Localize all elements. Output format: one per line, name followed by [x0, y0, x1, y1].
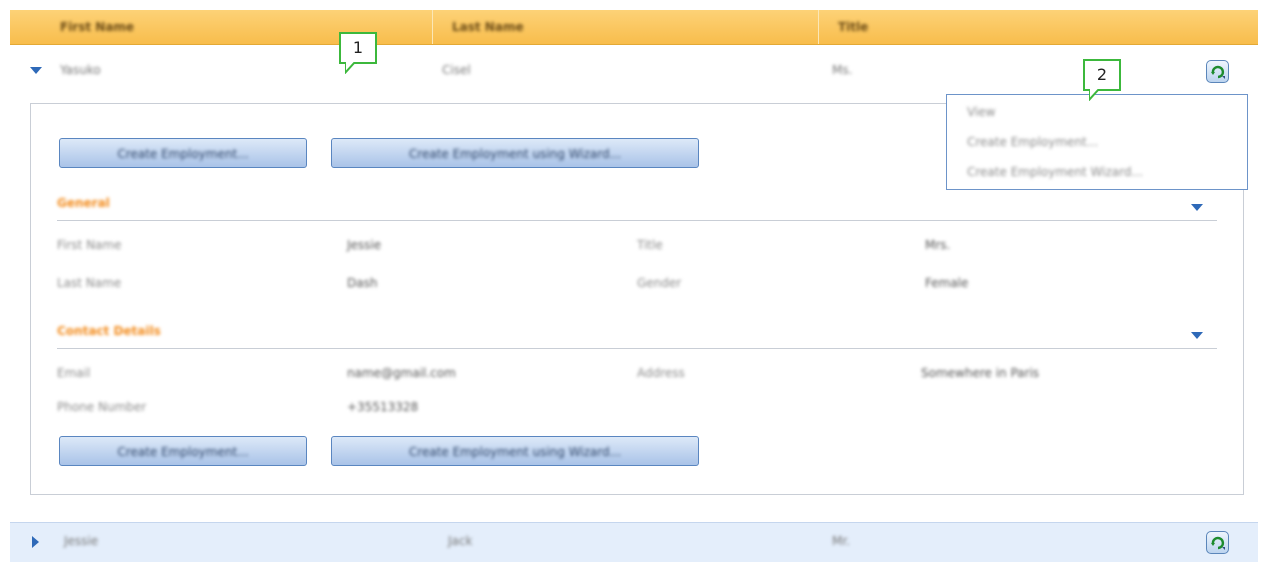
section-title-contact: Contact Details	[57, 324, 161, 338]
field-value: Mrs.	[925, 238, 951, 252]
create-employment-button[interactable]: Create Employment...	[59, 436, 307, 466]
field-label: Email	[57, 366, 91, 380]
cell-last-name: Cisel	[442, 63, 471, 77]
column-separator	[818, 10, 819, 44]
table-row[interactable]: Yasuko Cisel Ms.	[10, 45, 1258, 101]
cell-first-name: Yasuko	[60, 63, 101, 77]
cell-title: Ms.	[832, 63, 853, 77]
row-actions-menu: View Create Employment... Create Employm…	[946, 94, 1248, 190]
menu-item-create-employment-wizard[interactable]: Create Employment Wizard...	[967, 165, 1143, 179]
field-label: First Name	[57, 238, 122, 252]
row-actions-button[interactable]	[1206, 531, 1229, 554]
field-value: Female	[925, 276, 969, 290]
field-value: Jessie	[347, 238, 382, 252]
field-value: name@gmail.com	[347, 366, 456, 380]
field-value: +35513328	[347, 400, 419, 414]
field-label: Title	[637, 238, 663, 252]
section-divider	[57, 348, 1217, 349]
field-label: Address	[637, 366, 685, 380]
collapse-section-icon[interactable]	[1191, 204, 1203, 211]
field-label: Phone Number	[57, 400, 147, 414]
column-header-first-name[interactable]: First Name	[60, 10, 134, 44]
grid-header: First Name Last Name Title	[10, 10, 1258, 45]
menu-item-create-employment[interactable]: Create Employment...	[967, 135, 1098, 149]
cell-last-name: Jack	[448, 534, 473, 548]
collapse-section-icon[interactable]	[1191, 332, 1203, 339]
cell-first-name: Jessie	[64, 534, 99, 548]
refresh-icon	[1211, 65, 1225, 79]
column-header-last-name[interactable]: Last Name	[452, 10, 524, 44]
field-label: Last Name	[57, 276, 122, 290]
row-actions-button[interactable]	[1206, 60, 1229, 83]
create-employment-wizard-button[interactable]: Create Employment using Wizard...	[331, 138, 699, 168]
field-value: Somewhere in Paris	[921, 366, 1040, 380]
create-employment-wizard-button[interactable]: Create Employment using Wizard...	[331, 436, 699, 466]
column-separator	[432, 10, 433, 44]
refresh-icon	[1211, 536, 1225, 550]
create-employment-button[interactable]: Create Employment...	[59, 138, 307, 168]
callout-tail	[345, 62, 356, 74]
section-divider	[57, 220, 1217, 221]
cell-title: Mr.	[832, 534, 850, 548]
callout-tail	[1089, 89, 1100, 101]
column-header-title[interactable]: Title	[838, 10, 868, 44]
callout-marker: 2	[1083, 59, 1121, 91]
collapse-row-icon[interactable]	[30, 67, 42, 74]
callout-marker: 1	[339, 32, 377, 64]
field-label: Gender	[637, 276, 682, 290]
expand-row-icon[interactable]	[32, 536, 39, 548]
menu-item-view[interactable]: View	[967, 105, 995, 119]
table-row[interactable]: Jessie Jack Mr.	[10, 522, 1258, 562]
section-title-general: General	[57, 196, 110, 210]
field-value: Dash	[347, 276, 378, 290]
